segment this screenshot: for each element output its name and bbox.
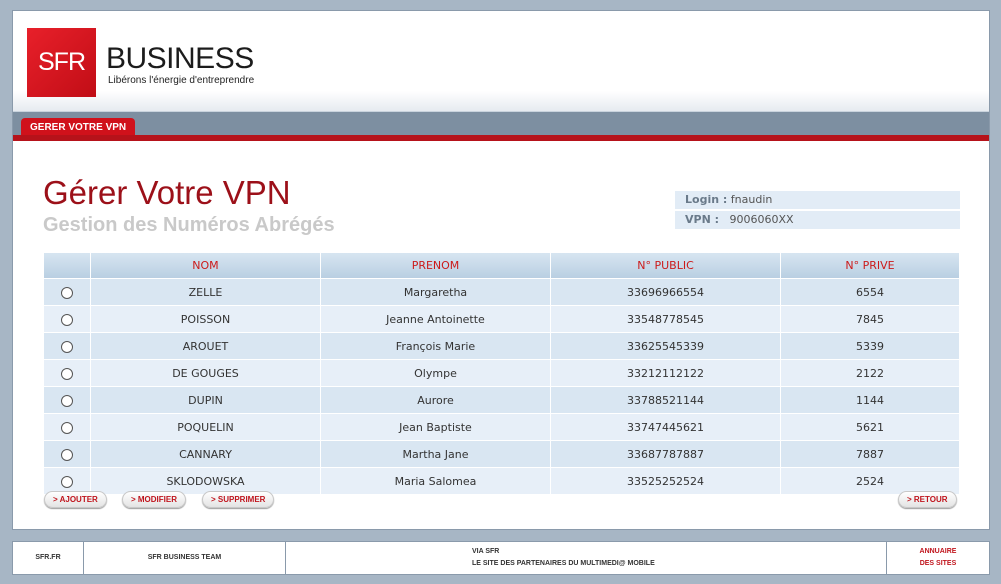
cell-prive: 7845 xyxy=(780,305,959,332)
login-value: fnaudin xyxy=(730,193,773,206)
row-select-cell[interactable] xyxy=(44,467,90,494)
row-radio[interactable] xyxy=(61,367,73,380)
header: SFR BUSINESS Libérons l'énergie d'entrep… xyxy=(13,11,989,111)
cell-prive: 7887 xyxy=(780,440,959,467)
nav-underline xyxy=(13,135,989,141)
cell-nom: AROUET xyxy=(90,332,320,359)
cell-prenom: Margaretha xyxy=(320,278,550,305)
footer-cell-team: SFR BUSINESS TEAM xyxy=(84,542,286,574)
footer-cell-sfr: SFR.FR xyxy=(13,542,84,574)
column-header-nom[interactable]: NOM xyxy=(90,253,320,278)
cell-nom: POISSON xyxy=(90,305,320,332)
cell-public: 33212112122 xyxy=(550,359,780,386)
row-radio[interactable] xyxy=(61,394,73,407)
cell-prenom: Martha Jane xyxy=(320,440,550,467)
edit-button[interactable]: > MODIFIER xyxy=(122,491,187,508)
row-select-cell[interactable] xyxy=(44,413,90,440)
row-select-cell[interactable] xyxy=(44,386,90,413)
page-subtitle: Gestion des Numéros Abrégés xyxy=(43,214,335,236)
vpn-row: VPN : 9006060XX xyxy=(675,211,960,229)
table-row[interactable]: CANNARY Martha Jane 33687787887 7887 xyxy=(44,440,959,467)
table-row[interactable]: DE GOUGES Olympe 33212112122 2122 xyxy=(44,359,959,386)
main-frame: SFR BUSINESS Libérons l'énergie d'entrep… xyxy=(12,10,990,530)
column-header-public[interactable]: N° PUBLIC xyxy=(550,253,780,278)
cell-prenom: Maria Salomea xyxy=(320,467,550,494)
table-row[interactable]: AROUET François Marie 33625545339 5339 xyxy=(44,332,959,359)
table-row[interactable]: POQUELIN Jean Baptiste 33747445621 5621 xyxy=(44,413,959,440)
delete-button[interactable]: > SUPPRIMER xyxy=(202,491,275,508)
cell-nom: ZELLE xyxy=(90,278,320,305)
cell-nom: POQUELIN xyxy=(90,413,320,440)
cell-prenom: Olympe xyxy=(320,359,550,386)
footer-link-sfr[interactable]: SFR.FR xyxy=(13,554,83,561)
row-select-cell[interactable] xyxy=(44,278,90,305)
row-select-cell[interactable] xyxy=(44,359,90,386)
table-row[interactable]: DUPIN Aurore 33788521144 1144 xyxy=(44,386,959,413)
vpn-value: 9006060XX xyxy=(729,213,794,226)
column-header-prenom[interactable]: PRENOM xyxy=(320,253,550,278)
row-select-cell[interactable] xyxy=(44,440,90,467)
cell-prive: 2524 xyxy=(780,467,959,494)
cell-nom: DUPIN xyxy=(90,386,320,413)
row-radio[interactable] xyxy=(61,340,73,353)
cell-public: 33548778545 xyxy=(550,305,780,332)
footer-annuaire-line2[interactable]: DES SITES xyxy=(887,560,989,567)
login-label: Login : xyxy=(685,193,728,206)
table-row[interactable]: SKLODOWSKA Maria Salomea 33525252524 252… xyxy=(44,467,959,494)
select-column-header xyxy=(44,253,90,278)
sfr-logo[interactable]: SFR xyxy=(27,28,96,97)
cell-prive: 1144 xyxy=(780,386,959,413)
cell-prive: 5621 xyxy=(780,413,959,440)
table-row[interactable]: POISSON Jeanne Antoinette 33548778545 78… xyxy=(44,305,959,332)
footer-cell-annuaire: ANNUAIRE DES SITES xyxy=(887,542,989,574)
column-header-prive[interactable]: N° PRIVE xyxy=(780,253,959,278)
tab-gerer-vpn[interactable]: GERER VOTRE VPN xyxy=(21,118,136,135)
cell-public: 33525252524 xyxy=(550,467,780,494)
row-select-cell[interactable] xyxy=(44,305,90,332)
footer-annuaire-line1[interactable]: ANNUAIRE xyxy=(887,548,989,555)
login-info-box: Login : fnaudin VPN : 9006060XX xyxy=(675,191,960,231)
brand-tagline: Libérons l'énergie d'entreprendre xyxy=(108,75,255,86)
row-radio[interactable] xyxy=(61,448,73,461)
footer-cell-via: VIA SFR LE SITE DES PARTENAIRES DU MULTI… xyxy=(286,542,887,574)
brand-name: BUSINESS xyxy=(106,42,254,75)
table-row[interactable]: ZELLE Margaretha 33696966554 6554 xyxy=(44,278,959,305)
add-button[interactable]: > AJOUTER xyxy=(44,491,107,508)
cell-public: 33747445621 xyxy=(550,413,780,440)
cell-prenom: Jean Baptiste xyxy=(320,413,550,440)
table-header-row: NOM PRENOM N° PUBLIC N° PRIVE xyxy=(44,253,959,278)
footer: SFR.FR SFR BUSINESS TEAM VIA SFR LE SITE… xyxy=(12,541,990,575)
cell-prenom: François Marie xyxy=(320,332,550,359)
logo-text: SFR xyxy=(38,48,86,76)
login-row: Login : fnaudin xyxy=(675,191,960,209)
cell-prive: 2122 xyxy=(780,359,959,386)
row-radio[interactable] xyxy=(61,475,73,488)
numbers-table: NOM PRENOM N° PUBLIC N° PRIVE ZELLE Marg… xyxy=(44,253,959,494)
cell-prive: 6554 xyxy=(780,278,959,305)
cell-public: 33788521144 xyxy=(550,386,780,413)
footer-via-desc[interactable]: LE SITE DES PARTENAIRES DU MULTIMEDI@ MO… xyxy=(472,560,655,567)
row-radio[interactable] xyxy=(61,313,73,326)
vpn-label: VPN : xyxy=(685,213,720,226)
cell-public: 33696966554 xyxy=(550,278,780,305)
row-radio[interactable] xyxy=(61,421,73,434)
cell-nom: DE GOUGES xyxy=(90,359,320,386)
cell-prenom: Aurore xyxy=(320,386,550,413)
cell-nom: SKLODOWSKA xyxy=(90,467,320,494)
cell-public: 33625545339 xyxy=(550,332,780,359)
row-select-cell[interactable] xyxy=(44,332,90,359)
nav-bar: GERER VOTRE VPN xyxy=(13,111,989,135)
back-button[interactable]: > RETOUR xyxy=(898,491,957,508)
cell-prenom: Jeanne Antoinette xyxy=(320,305,550,332)
cell-nom: CANNARY xyxy=(90,440,320,467)
cell-prive: 5339 xyxy=(780,332,959,359)
cell-public: 33687787887 xyxy=(550,440,780,467)
footer-via-title[interactable]: VIA SFR xyxy=(472,548,499,555)
footer-link-team[interactable]: SFR BUSINESS TEAM xyxy=(84,554,285,561)
page-title: Gérer Votre VPN xyxy=(43,174,291,211)
row-radio[interactable] xyxy=(61,286,73,299)
